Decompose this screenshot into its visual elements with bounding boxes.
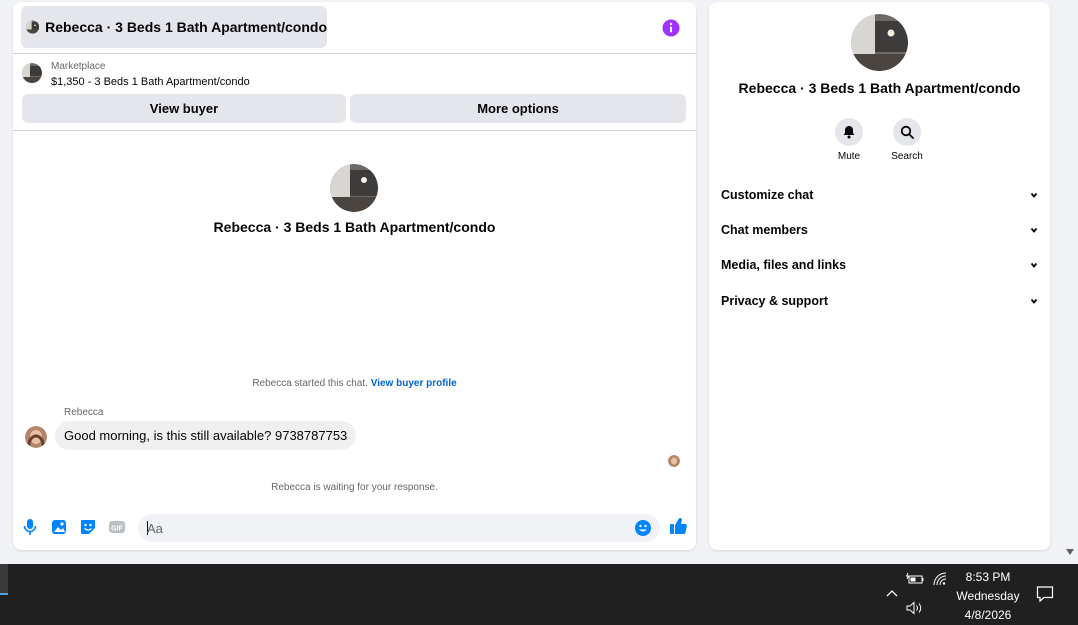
message-input-box[interactable] [138,514,660,542]
mute-button[interactable]: Mute [824,118,874,162]
info-icon[interactable] [662,19,680,37]
wifi-icon[interactable] [933,572,949,586]
waiting-notice: Rebecca is waiting for your response. [271,482,438,493]
listing-thumbnail-icon [26,20,40,34]
side-chat-avatar-icon[interactable] [851,14,908,71]
microphone-icon[interactable] [21,518,39,536]
section-privacy-support[interactable]: Privacy & support [721,289,1039,313]
search-circle [893,118,921,146]
message-sender-name: Rebecca [64,407,104,418]
message-bubble[interactable]: Good morning, is this still available? 9… [55,421,357,450]
section-label: Chat members [721,223,808,237]
emoji-icon[interactable] [635,520,651,536]
sticker-icon[interactable] [79,518,97,536]
section-customize-chat[interactable]: Customize chat [721,183,1039,207]
chat-started-notice: Rebecca started this chat. View buyer pr… [13,378,696,389]
listing-row[interactable]: Marketplace $1,350 - 3 Beds 1 Bath Apart… [13,55,696,95]
chevron-down-icon [1030,298,1038,304]
chevron-down-icon [1030,262,1038,268]
clock-time: 8:53 PM [965,570,1011,584]
chat-started-text: Rebecca started this chat. [252,378,368,389]
system-clock[interactable]: 8:53 PM Wednesday 4/8/2026 [950,568,1026,625]
taskbar: 8:53 PM Wednesday 4/8/2026 [0,564,1078,625]
battery-charging-icon[interactable] [906,572,924,586]
seen-indicator-avatar [668,455,680,467]
chat-avatar-icon [330,164,378,212]
chat-title-button[interactable]: Rebecca · 3 Beds 1 Bath Apartment/condo [21,6,327,48]
chat-header: Rebecca · 3 Beds 1 Bath Apartment/condo [13,2,696,54]
search-button[interactable]: Search [882,118,932,162]
bell-icon [843,126,855,139]
side-chat-title: Rebecca · 3 Beds 1 Bath Apartment/condo [738,80,1021,96]
more-options-button[interactable]: More options [350,94,686,123]
scroll-down-arrow-icon[interactable] [1065,548,1075,556]
gif-icon[interactable]: GIF [108,518,126,536]
volume-icon[interactable] [906,601,924,615]
taskbar-active-indicator [0,593,8,595]
chat-title: Rebecca · 3 Beds 1 Bath Apartment/condo [45,19,327,35]
photo-icon[interactable] [50,518,68,536]
clock-date: 4/8/2026 [964,608,1012,622]
chat-panel: Rebecca · 3 Beds 1 Bath Apartment/condo … [13,2,696,550]
section-chat-members[interactable]: Chat members [721,218,1039,242]
show-hidden-icons-chevron-up-icon[interactable] [885,588,899,598]
mute-circle [835,118,863,146]
chat-details-panel: Rebecca · 3 Beds 1 Bath Apartment/condo … [709,2,1050,550]
listing-source: Marketplace [51,61,106,72]
view-buyer-profile-link[interactable]: View buyer profile [371,378,457,389]
chevron-down-icon [1030,192,1038,198]
svg-text:GIF: GIF [111,526,123,533]
section-label: Media, files and links [721,258,847,272]
view-buyer-button[interactable]: View buyer [22,94,346,123]
section-label: Customize chat [721,188,814,202]
search-label: Search [891,151,923,162]
listing-small-thumbnail-icon [22,63,42,83]
divider [13,130,696,131]
taskbar-app-edge[interactable] [0,564,8,594]
chat-center-title: Rebecca · 3 Beds 1 Bath Apartment/condo [213,219,496,235]
chevron-down-icon [1030,227,1038,233]
message-input[interactable] [147,519,627,537]
section-label: Privacy & support [721,294,828,308]
clock-day: Wednesday [956,589,1020,603]
listing-summary: $1,350 - 3 Beds 1 Bath Apartment/condo [51,76,250,88]
notification-center-icon[interactable] [1036,585,1054,603]
sender-avatar[interactable] [25,426,47,448]
mute-label: Mute [837,151,861,162]
search-icon [900,125,914,139]
like-thumbs-up-icon[interactable] [669,517,687,535]
section-media-files-links[interactable]: Media, files and links [721,253,1039,277]
